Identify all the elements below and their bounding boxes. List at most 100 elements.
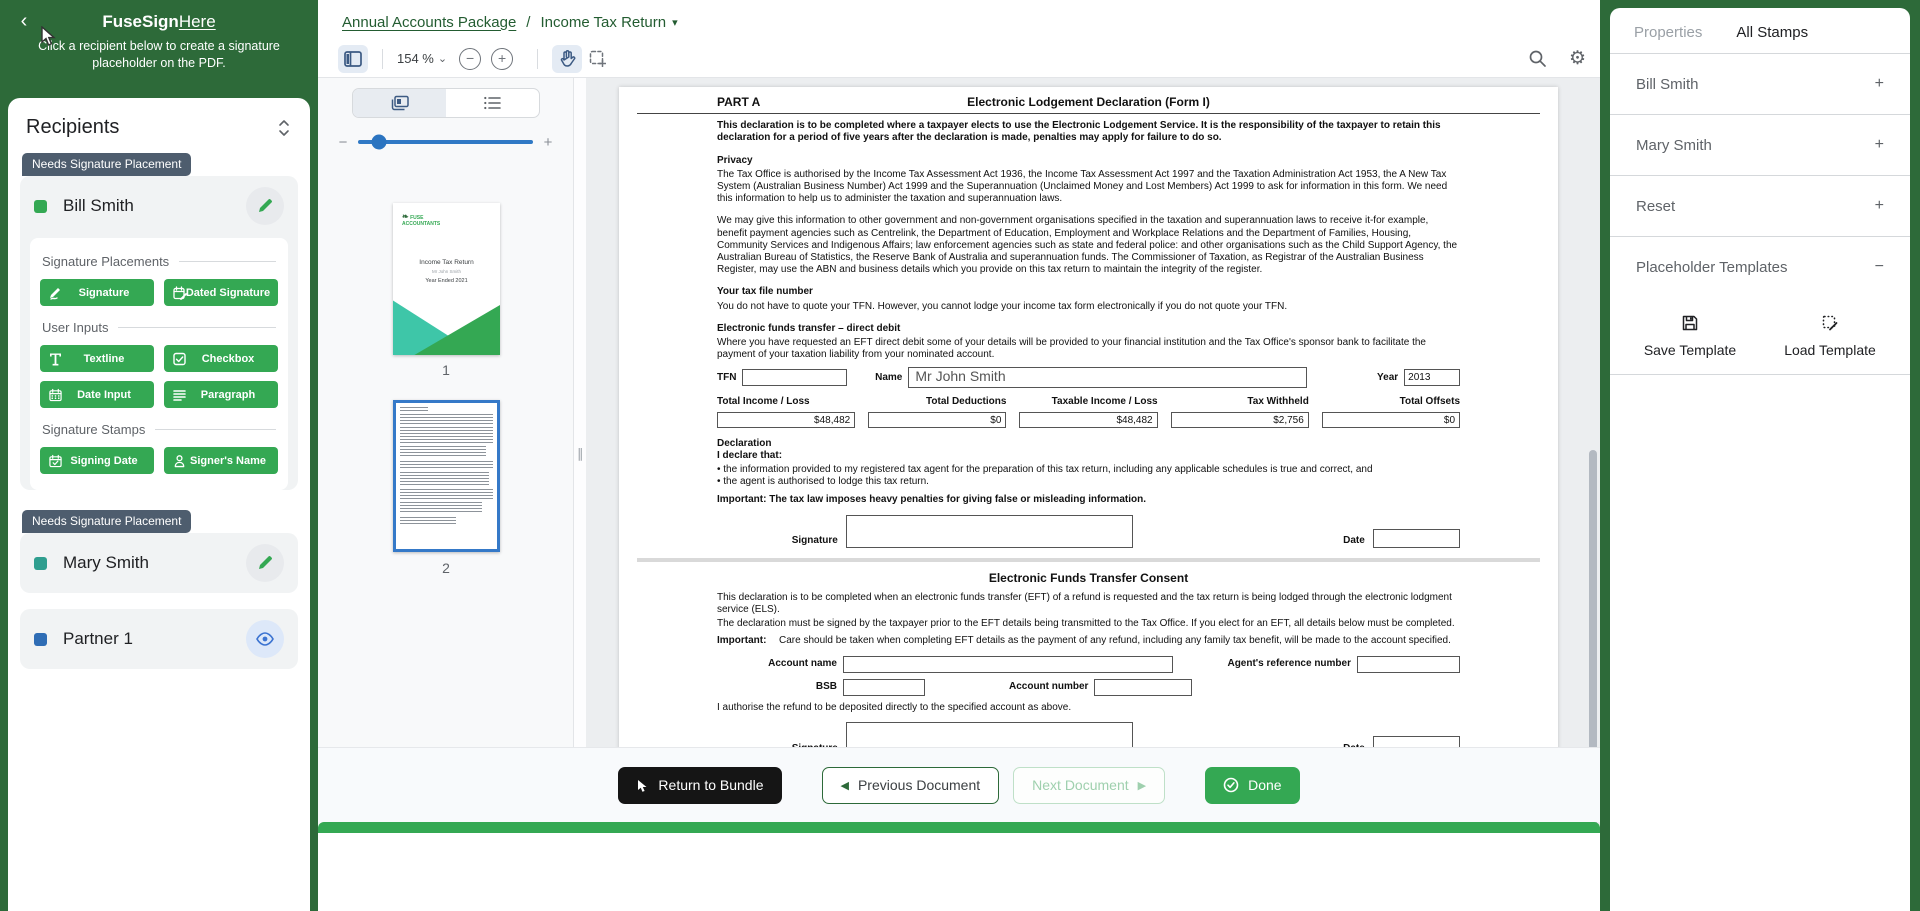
resize-handle[interactable]: ∥ [577,446,584,462]
pdf-privacy-p2: We may give this information to other go… [717,215,1460,276]
sort-icon[interactable] [276,119,292,137]
leaf-logo-icon: ❧ [402,212,409,221]
signers-name-button[interactable]: Signer's Name [164,447,278,474]
calendar-pen-icon [173,286,187,300]
zoom-level-dropdown[interactable]: 154 % [397,51,434,66]
slider-handle[interactable] [372,135,387,150]
pdf-part-a: PART A [717,96,760,108]
view-recipient-button[interactable] [246,620,284,658]
slider-minus[interactable]: − [336,134,350,151]
slider-track[interactable] [358,140,533,144]
group-title-signature-placements: Signature Placements [42,254,169,269]
accordion-mary-smith[interactable]: Mary Smith + [1610,115,1910,176]
accordion-bill-smith[interactable]: Bill Smith + [1610,54,1910,115]
placement-tools-panel: Signature Placements Signature Dated Sig… [30,238,288,490]
slider-plus[interactable]: + [541,134,555,151]
edit-recipient-button[interactable] [246,544,284,582]
recipients-title: Recipients [26,116,119,139]
hand-tool-button[interactable] [552,45,582,73]
toggle-sidebar-button[interactable] [338,45,368,73]
pdf-declare-that: I declare that: [717,450,1460,462]
date-box [1373,529,1460,548]
stamps-panel: Properties All Stamps Bill Smith + Mary … [1610,8,1910,911]
amount-label: Total Income / Loss [717,396,855,408]
signature-button[interactable]: Signature [40,279,154,306]
zoom-in-button[interactable]: + [491,48,513,70]
done-button[interactable]: Done [1205,767,1299,804]
account-number-field [1094,679,1192,696]
brand-bold: FuseSign [102,12,179,31]
textline-button-label: Textline [84,353,125,365]
dated-signature-button-label: Dated Signature [186,287,270,299]
list-view-button[interactable] [446,89,539,117]
calendar-check-icon [49,454,62,467]
done-label: Done [1248,777,1281,793]
save-template-button[interactable]: Save Template [1620,315,1760,358]
pdf-consent-important-label: Important: [717,635,779,647]
return-to-bundle-label: Return to Bundle [658,777,763,793]
accordion-label: Mary Smith [1636,137,1712,154]
bsb-field [843,679,925,696]
pdf-consent-p2: The declaration must be signed by the ta… [717,618,1460,630]
pencil-icon [257,198,273,214]
marquee-select-button[interactable] [582,45,612,73]
load-template-button[interactable]: Load Template [1760,315,1900,358]
mini-form-preview [400,407,493,545]
recipient-color-swatch [34,557,47,570]
zoom-out-button[interactable]: − [459,48,481,70]
calendar-icon [49,388,62,401]
search-icon[interactable] [1528,49,1547,68]
textline-button[interactable]: Textline [40,345,154,372]
document-footer-bar: Return to Bundle ◀ Previous Document Nex… [318,747,1600,822]
accordion-reset[interactable]: Reset + [1610,176,1910,237]
back-chevron-icon[interactable]: ‹ [14,12,34,32]
breadcrumb-bundle-link[interactable]: Annual Accounts Package [342,14,516,31]
edit-recipient-button[interactable] [246,187,284,225]
cover-brand-2: ACCOUNTANTS [402,221,440,227]
load-template-icon [1822,315,1838,331]
next-document-label: Next Document [1032,777,1128,793]
pen-icon [49,286,63,300]
signers-name-button-label: Signer's Name [190,455,266,467]
brand-title[interactable]: FuseSignHere [16,12,302,32]
signature-label: Signature [717,535,846,547]
hand-icon [559,50,576,67]
expand-icon: + [1875,197,1884,215]
recipient-color-swatch [34,200,47,213]
checkbox-button[interactable]: Checkbox [164,345,278,372]
recipient-card-bill[interactable]: Bill Smith Signature Placements Signatur… [20,176,298,490]
previous-document-button[interactable]: ◀ Previous Document [822,767,1000,804]
chevron-down-icon[interactable]: ▾ [672,16,678,29]
accordion-placeholder-templates[interactable]: Placeholder Templates − [1610,237,1910,297]
breadcrumb-document-dropdown[interactable]: Income Tax Return [540,14,666,31]
gear-icon[interactable]: ⚙ [1569,47,1586,70]
amount-value: $48,482 [1019,412,1157,428]
pdf-page[interactable]: PART A Electronic Lodgement Declaration … [619,87,1558,825]
pdf-authorise: I authorise the refund to be deposited d… [717,702,1460,714]
signing-date-button[interactable]: Signing Date [40,447,154,474]
thumbnail-view-button[interactable] [353,89,446,117]
page-1-thumbnail[interactable]: ❧ FUSEACCOUNTANTS Income Tax Return Mr J… [393,203,500,355]
brand-here-link[interactable]: Here [179,12,216,31]
return-to-bundle-button[interactable]: Return to Bundle [618,767,781,804]
expand-icon: + [1875,75,1884,93]
amount-value: $2,756 [1171,412,1309,428]
page-2-label: 2 [318,560,574,576]
next-document-button[interactable]: Next Document ▶ [1013,767,1165,804]
date-input-button[interactable]: Date Input [40,381,154,408]
pencil-icon [257,555,273,571]
pdf-eft-p: Where you have requested an EFT direct d… [717,337,1460,361]
pdf-consent-important-text: Care should be taken when completing EFT… [779,635,1451,647]
accordion-label: Placeholder Templates [1636,259,1787,276]
tab-all-stamps[interactable]: All Stamps [1736,24,1808,41]
recipient-card-partner[interactable]: Partner 1 [20,609,298,669]
page-2-thumbnail-selected[interactable] [393,400,500,552]
chevron-down-icon[interactable]: ⌄ [438,52,447,65]
amount-value: $0 [1322,412,1460,428]
tab-properties[interactable]: Properties [1634,24,1702,41]
amount-value: $0 [868,412,1006,428]
paragraph-button[interactable]: Paragraph [164,381,278,408]
dated-signature-button[interactable]: Dated Signature [164,279,278,306]
checkbox-icon [173,352,186,365]
recipient-card-mary[interactable]: Mary Smith [20,533,298,593]
